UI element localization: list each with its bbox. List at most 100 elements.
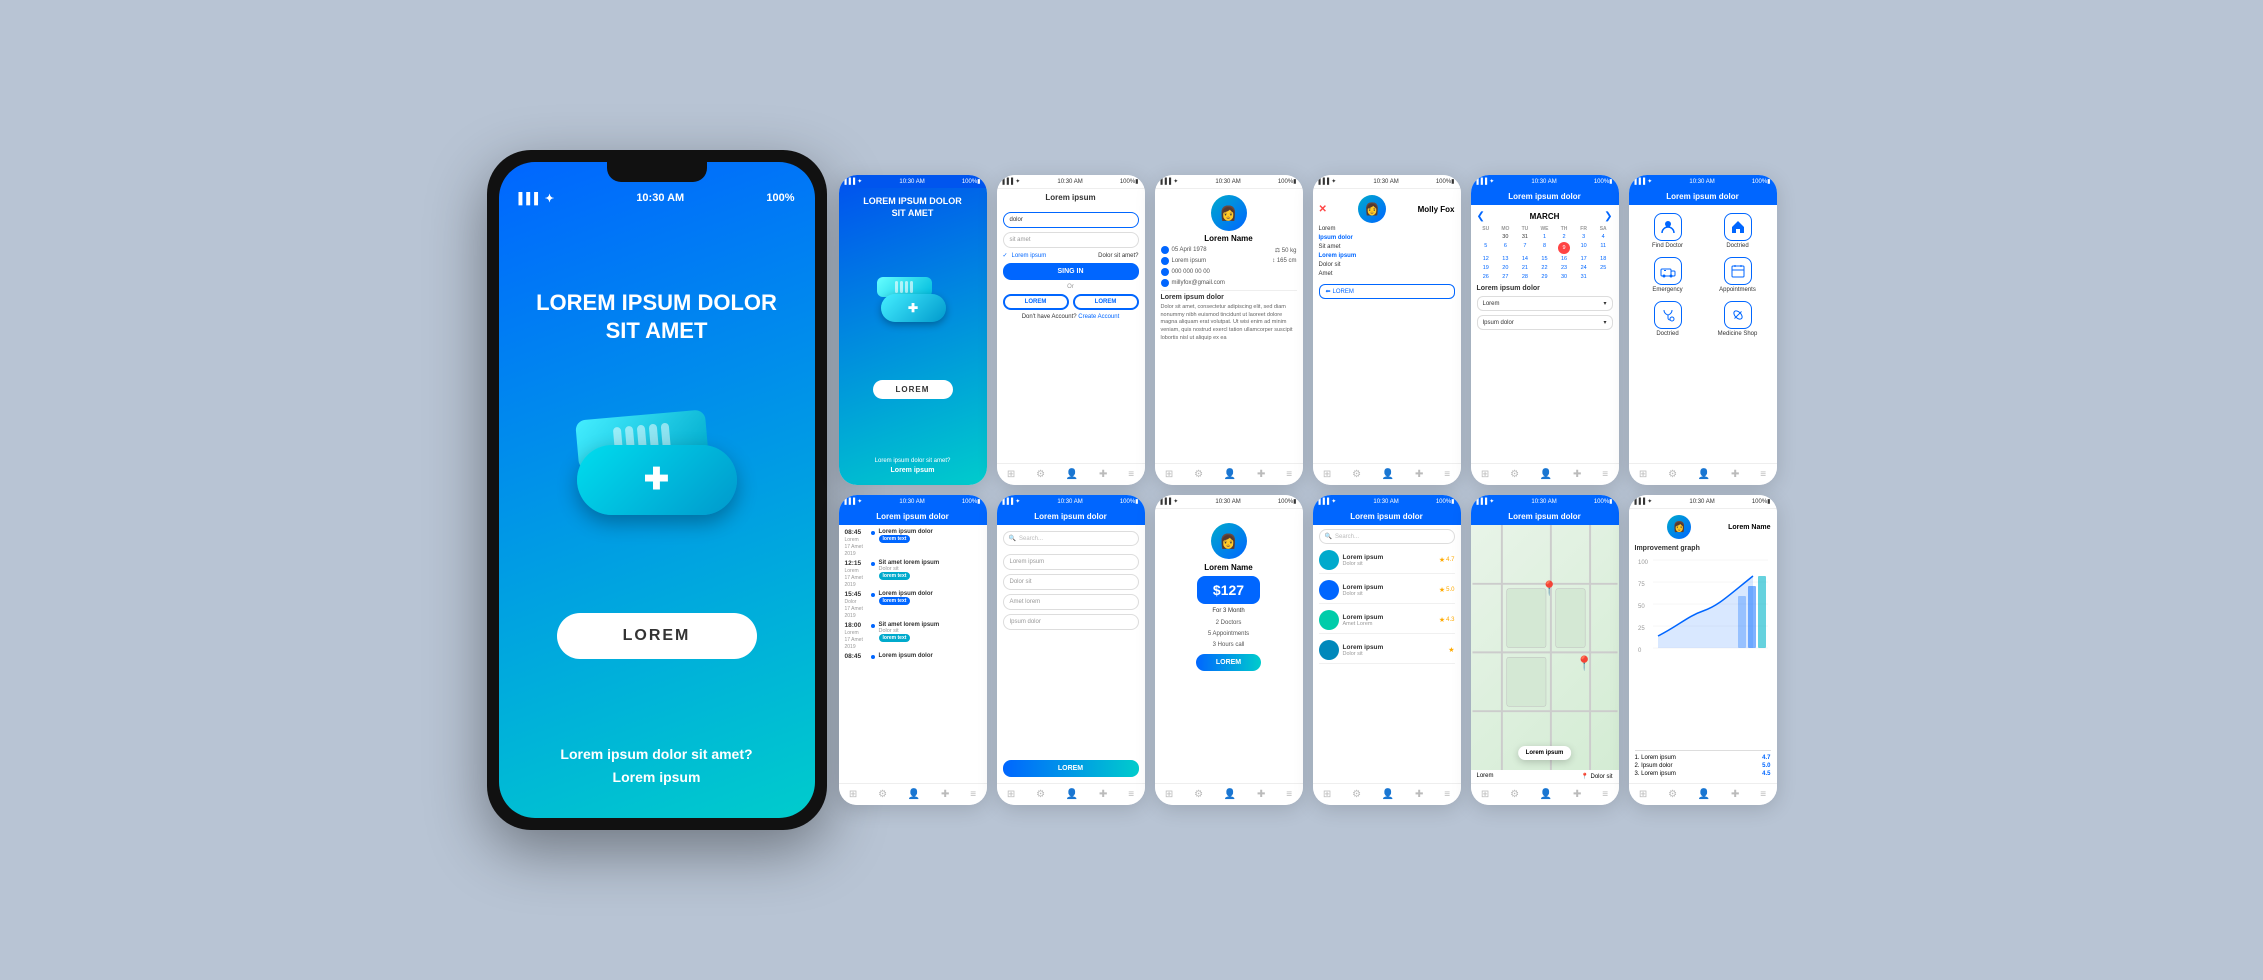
nav-menu[interactable]: ≡ [970,789,976,800]
nav-gear[interactable]: ⚙ [1510,789,1519,800]
cal-day[interactable]: 5 [1477,242,1496,254]
input-dolor[interactable]: dolor [1003,212,1139,228]
cal-day[interactable]: 2 [1555,233,1574,241]
cal-day[interactable]: 22 [1535,264,1554,272]
splash-btn[interactable]: LOREM [873,380,953,399]
close-icon[interactable]: ✕ [1319,204,1327,215]
signin-button[interactable]: SING IN [1003,263,1139,280]
nav-menu[interactable]: ≡ [1760,789,1766,800]
field-3[interactable]: Amet lorem [1003,594,1139,610]
price-btn[interactable]: LOREM [1196,654,1261,671]
cal-day[interactable]: 23 [1555,264,1574,272]
cal-day[interactable]: 18 [1594,255,1613,263]
field-1[interactable]: Lorem ipsum [1003,554,1139,570]
doc-row-4[interactable]: Lorem ipsum Dolor sit ★ [1319,637,1455,664]
field-2[interactable]: Dolor sit [1003,574,1139,590]
nav-plus[interactable]: ✚ [1573,789,1581,800]
nav-plus[interactable]: ✚ [1415,469,1423,480]
icon-doctried[interactable]: Doctried [1707,213,1769,249]
nav-menu[interactable]: ≡ [1128,789,1134,800]
nav-person[interactable]: 👤 [1066,469,1078,480]
nav-plus[interactable]: ✚ [1099,789,1107,800]
nav-plus[interactable]: ✚ [1257,789,1265,800]
doc-row-1[interactable]: Lorem ipsum Dolor sit ★ 4.7 [1319,547,1455,574]
cal-day[interactable]: 13 [1496,255,1515,263]
cal-day[interactable]: 1 [1535,233,1554,241]
cal-day[interactable]: 6 [1496,242,1515,254]
nav-person[interactable]: 👤 [1698,469,1710,480]
field-4[interactable]: Ipsum dolor [1003,614,1139,630]
nav-gear[interactable]: ⚙ [1352,789,1361,800]
nav-gear[interactable]: ⚙ [1036,789,1045,800]
nav-person[interactable]: 👤 [1540,789,1552,800]
nav-menu[interactable]: ≡ [1286,789,1292,800]
nav-plus[interactable]: ✚ [941,789,949,800]
nav-menu[interactable]: ≡ [1128,469,1134,480]
nav-grid[interactable]: ⊞ [1165,469,1173,480]
nav-gear[interactable]: ⚙ [1668,469,1677,480]
doctor-search[interactable]: 🔍 Search... [1319,529,1455,544]
nav-grid[interactable]: ⊞ [1007,469,1015,480]
icon-doctried2[interactable]: Doctried [1637,301,1699,337]
cal-day[interactable]: 20 [1496,264,1515,272]
social-btn-2[interactable]: LOREM [1073,294,1139,310]
cal-day[interactable]: 26 [1477,273,1496,281]
nav-plus[interactable]: ✚ [1099,469,1107,480]
nav-person[interactable]: 👤 [1382,469,1394,480]
nav-menu[interactable]: ≡ [1286,469,1292,480]
nav-person[interactable]: 👤 [1698,789,1710,800]
cal-day[interactable]: 10 [1574,242,1593,254]
cal-day[interactable]: 31 [1574,273,1593,281]
dropdown-2[interactable]: Ipsum dolor ▾ [1477,315,1613,330]
nav-plus[interactable]: ✚ [1731,469,1739,480]
input-sitamet[interactable]: sit amet [1003,232,1139,248]
cal-day[interactable]: 29 [1535,273,1554,281]
nav-gear[interactable]: ⚙ [1194,789,1203,800]
nav-person[interactable]: 👤 [908,789,920,800]
cal-day[interactable]: 4 [1594,233,1613,241]
cal-day[interactable]: 28 [1516,273,1535,281]
nav-person[interactable]: 👤 [1224,789,1236,800]
create-account-link[interactable]: Don't have Account? Create Account [1022,314,1120,320]
nav-gear[interactable]: ⚙ [1194,469,1203,480]
doc-row-2[interactable]: Lorem ipsum Dolor sit ★ 5.0 [1319,577,1455,604]
nav-grid[interactable]: ⊞ [1481,469,1489,480]
icon-appointments[interactable]: Appointments [1707,257,1769,293]
nav-menu[interactable]: ≡ [1602,789,1608,800]
icon-find-doctor[interactable]: Find Doctor [1637,213,1699,249]
form-submit-btn[interactable]: LOREM [1003,760,1139,777]
logout-btn[interactable]: ⬅ LOREM [1319,284,1455,299]
prev-month[interactable]: ❮ [1477,211,1485,222]
cal-day[interactable]: 30 [1555,273,1574,281]
nav-grid[interactable]: ⊞ [1639,789,1647,800]
nav-grid[interactable]: ⊞ [1165,789,1173,800]
nav-gear[interactable]: ⚙ [1036,469,1045,480]
cal-day[interactable]: 19 [1477,264,1496,272]
cal-day[interactable] [1594,273,1613,281]
nav-menu[interactable]: ≡ [1444,469,1450,480]
social-btn-1[interactable]: LOREM [1003,294,1069,310]
footer-link[interactable]: Lorem ipsum [613,769,701,785]
cal-day[interactable]: 31 [1516,233,1535,241]
nav-grid[interactable]: ⊞ [849,789,857,800]
nav-plus[interactable]: ✚ [1415,789,1423,800]
nav-person[interactable]: 👤 [1224,469,1236,480]
cal-day[interactable]: 21 [1516,264,1535,272]
next-month[interactable]: ❯ [1604,211,1612,222]
nav-grid[interactable]: ⊞ [1323,789,1331,800]
cal-day[interactable]: 14 [1516,255,1535,263]
nav-gear[interactable]: ⚙ [878,789,887,800]
nav-gear[interactable]: ⚙ [1510,469,1519,480]
cal-day[interactable]: 15 [1535,255,1554,263]
nav-person[interactable]: 👤 [1382,789,1394,800]
cal-day[interactable]: 25 [1594,264,1613,272]
nav-menu[interactable]: ≡ [1760,469,1766,480]
nav-menu[interactable]: ≡ [1444,789,1450,800]
icon-medicine[interactable]: Medicine Shop [1707,301,1769,337]
nav-plus[interactable]: ✚ [1573,469,1581,480]
nav-person[interactable]: 👤 [1540,469,1552,480]
nav-plus[interactable]: ✚ [1257,469,1265,480]
icon-emergency[interactable]: Emergency [1637,257,1699,293]
nav-grid[interactable]: ⊞ [1639,469,1647,480]
nav-grid[interactable]: ⊞ [1007,789,1015,800]
